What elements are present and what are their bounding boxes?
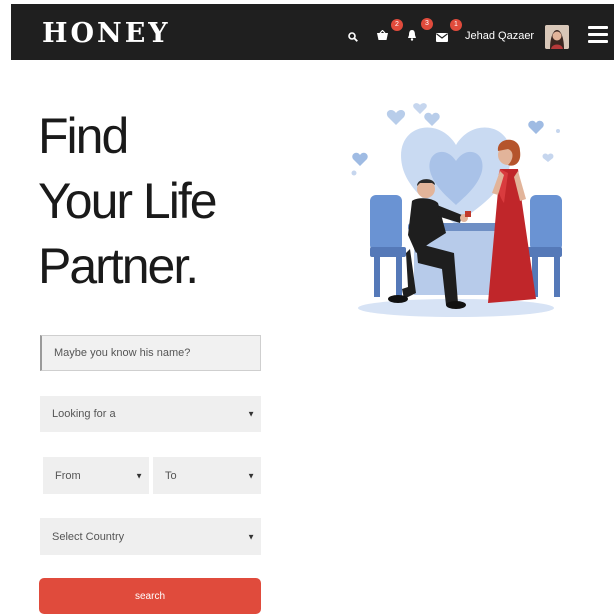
- age-from-select[interactable]: From ▼: [43, 457, 149, 494]
- notification-count-badge: 3: [421, 18, 433, 30]
- dropdown-caret-icon: ▼: [247, 471, 255, 480]
- avatar[interactable]: [545, 25, 569, 49]
- message-count-badge: 1: [450, 19, 462, 31]
- mail-icon[interactable]: [436, 29, 448, 47]
- name-search-input[interactable]: Maybe you know his name?: [40, 335, 261, 371]
- search-icon[interactable]: [348, 29, 358, 47]
- age-from-value: From: [55, 469, 81, 482]
- country-select[interactable]: Select Country ▼: [40, 518, 261, 555]
- cart-icon[interactable]: [376, 28, 389, 46]
- user-name[interactable]: Jehad Qazaer: [465, 30, 534, 42]
- country-value: Select Country: [52, 530, 125, 543]
- dropdown-caret-icon: ▼: [135, 471, 143, 480]
- age-to-value: To: [165, 469, 177, 482]
- cart-count-badge: 2: [391, 19, 403, 31]
- proposal-illustration: [346, 103, 566, 323]
- dropdown-caret-icon: ▼: [247, 409, 255, 419]
- headline-line: Find: [38, 108, 129, 164]
- search-button[interactable]: search: [39, 578, 261, 614]
- age-to-select[interactable]: To ▼: [153, 457, 261, 494]
- looking-for-value: Looking for a: [52, 408, 116, 420]
- looking-for-select[interactable]: Looking for a ▼: [40, 396, 261, 432]
- hamburger-menu-icon[interactable]: [588, 26, 608, 44]
- top-navbar: HONEY 2 3 1 Jehad Qazaer: [11, 4, 614, 60]
- bell-icon[interactable]: [407, 28, 417, 46]
- headline-line: Partner.: [38, 238, 199, 294]
- headline-line: Your Life: [38, 173, 218, 229]
- dropdown-caret-icon: ▼: [247, 532, 255, 541]
- site-logo[interactable]: HONEY: [42, 18, 171, 49]
- page-title: Find Your Life Partner.: [38, 104, 218, 299]
